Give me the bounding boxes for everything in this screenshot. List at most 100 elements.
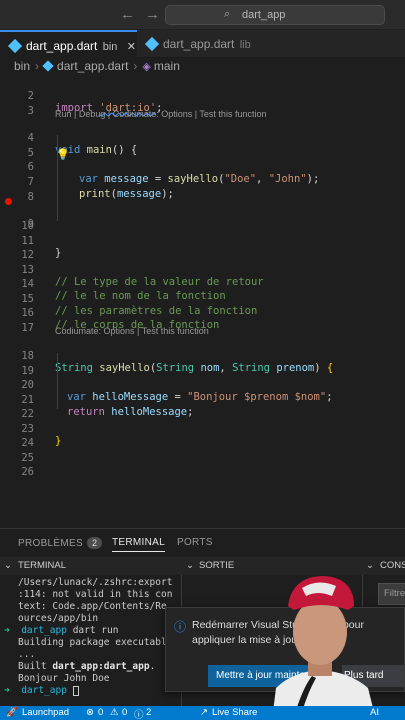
terminal-text: . [149,661,156,672]
error-icon[interactable]: ⊗ [86,707,94,718]
terminal-output[interactable]: /Users/lunack/.zshrc:export:114: not val… [0,577,180,707]
chevron-right-icon: › [35,59,40,73]
dart-file-icon [42,60,54,72]
code-line: 9 [0,194,405,230]
code-line: 26 [0,454,405,478]
tab-terminal[interactable]: TERMINAL [112,537,165,552]
breakpoint-icon[interactable] [5,198,12,205]
prompt-arrow-icon: ➜ [4,685,10,696]
terminal-line: ➜ dart_app dart run [4,625,180,637]
terminal-line: Built dart_app:dart_app. [18,661,180,673]
terminal-line: text: Code.app/Contents/Re [18,601,167,612]
search-icon: ⌕ [224,8,231,20]
code-line: 21 return helloMessage; [0,382,405,418]
problems-count-badge: 2 [86,537,103,549]
info-count[interactable]: 2 [146,707,151,718]
code-line: 20 var helloMessage = "Bonjour $prenom $… [0,367,405,403]
status-bar: 🚀 Launchpad ⊗ 0 ⚠ 0 ⓘ 2 ↗ Live Share AI [0,706,405,720]
command-center-search[interactable]: ⌕ dart_app [165,5,385,25]
presenter-face [293,599,347,665]
tab-dart-app-bin[interactable]: dart_app.dart bin ✕ [0,30,137,58]
line-number: 3 [27,105,34,117]
breadcrumb-folder[interactable]: bin [14,59,30,73]
editor-tabs: dart_app.dart bin ✕ dart_app.dart lib [0,30,405,58]
code-line: 13 // Le type de la valeur de retour [0,252,405,288]
tab-label: dart_app.dart [26,39,98,53]
live-share-icon[interactable]: ↗ [200,707,208,718]
webcam-overlay [272,576,376,720]
output-section-header[interactable]: SORTIE [199,560,234,571]
code-line: 24 [0,425,405,449]
dart-file-icon [7,38,23,54]
code-line: 12 [0,237,405,261]
prompt-arrow-icon: ➜ [4,625,10,636]
title-bar: ← → ⌕ dart_app [0,0,405,30]
indent-guide [57,353,58,409]
back-icon[interactable]: ← [120,6,135,23]
codelens-main[interactable]: Run | Debug | Codiumate: Options | Test … [55,109,266,119]
terminal-line: :114: not valid in this con [18,589,173,600]
code-line: 22 [0,396,405,420]
breadcrumb-symbol[interactable]: main [154,59,180,73]
tab-ports[interactable]: PORTS [177,537,213,548]
prompt-directory: dart_app [21,625,67,636]
console-section-header[interactable]: CONS [380,560,405,571]
terminal-line: /Users/lunack/.zshrc:export [18,577,173,588]
code-line: 16 // le corps de la fonction [0,295,405,331]
terminal-section-header[interactable]: TERMINAL [18,560,66,571]
terminal-line: Building package executabl [18,637,167,648]
lightbulb-icon[interactable]: 💡 [56,148,70,161]
panel-tabs: PROBLÈMES 2 TERMINAL PORTS [0,529,405,555]
code-line: 8 [0,179,405,203]
code-line: 10 [0,208,405,232]
tab-description: lib [239,39,251,51]
close-icon[interactable]: ✕ [127,41,136,53]
search-text: dart_app [242,9,286,21]
code-editor[interactable]: 2 import 'dart:io'; 3 Run | Debug | Codi… [0,76,405,526]
tab-dart-app-lib[interactable]: dart_app.dart lib [137,30,287,58]
info-icon: ⓘ [174,620,187,634]
code-line: 2 import 'dart:io'; [0,78,405,114]
codelens-sayhello[interactable]: Codiumate: Options | Test this function [55,326,209,336]
line-number: 26 [21,466,34,478]
method-icon: ◈ [142,61,151,73]
code-line: 23 } [0,411,405,447]
live-share-item[interactable]: Live Share [212,707,257,718]
terminal-line: ources/app/bin [18,613,99,624]
filter-input[interactable]: Filtre [378,583,405,605]
code-line: 7 print(message); [0,164,405,200]
tab-label: PROBLÈMES [18,538,83,549]
code-line: 15 // les paramètres de la fonction [0,281,405,317]
terminal-text: dart_app:dart_app [52,661,150,672]
forward-icon[interactable]: → [145,6,160,23]
breadcrumb-file[interactable]: dart_app.dart [57,59,128,73]
terminal-command: dart run [72,625,119,636]
error-count[interactable]: 0 [98,707,103,718]
tab-problems[interactable]: PROBLÈMES 2 [18,537,103,549]
navigation-arrows: ← → [120,6,170,23]
chevron-down-icon[interactable]: ⌄ [4,560,12,571]
terminal-text: Built [18,661,53,672]
terminal-line: Bonjour John Doe [18,673,110,684]
launchpad-item[interactable]: Launchpad [22,707,69,718]
code-line: 4 void main() { [0,120,405,156]
code-line: 14 // le le nom de la fonction [0,266,405,302]
chevron-down-icon[interactable]: ⌄ [186,560,194,571]
chevron-right-icon: › [133,59,138,73]
tab-description: bin [102,41,118,53]
indent-guide [57,135,58,221]
warning-icon[interactable]: ⚠ [110,707,119,718]
terminal-line: ➜ dart_app [4,685,180,697]
code-line: 3 [0,93,405,117]
rocket-icon[interactable]: 🚀 [6,707,18,718]
info-icon[interactable]: ⓘ [134,707,144,720]
code-line: 19 [0,353,405,377]
breadcrumb: bin › dart_app.dart › ◈ main [0,58,405,76]
warning-count[interactable]: 0 [122,707,127,718]
code-line: 18 String sayHello(String nom, String pr… [0,338,405,374]
terminal-cursor [72,685,79,696]
tab-label: dart_app.dart [163,37,235,51]
ai-item[interactable]: AI [370,707,379,718]
prompt-directory: dart_app [21,685,67,696]
line-number: 17 [21,322,34,334]
